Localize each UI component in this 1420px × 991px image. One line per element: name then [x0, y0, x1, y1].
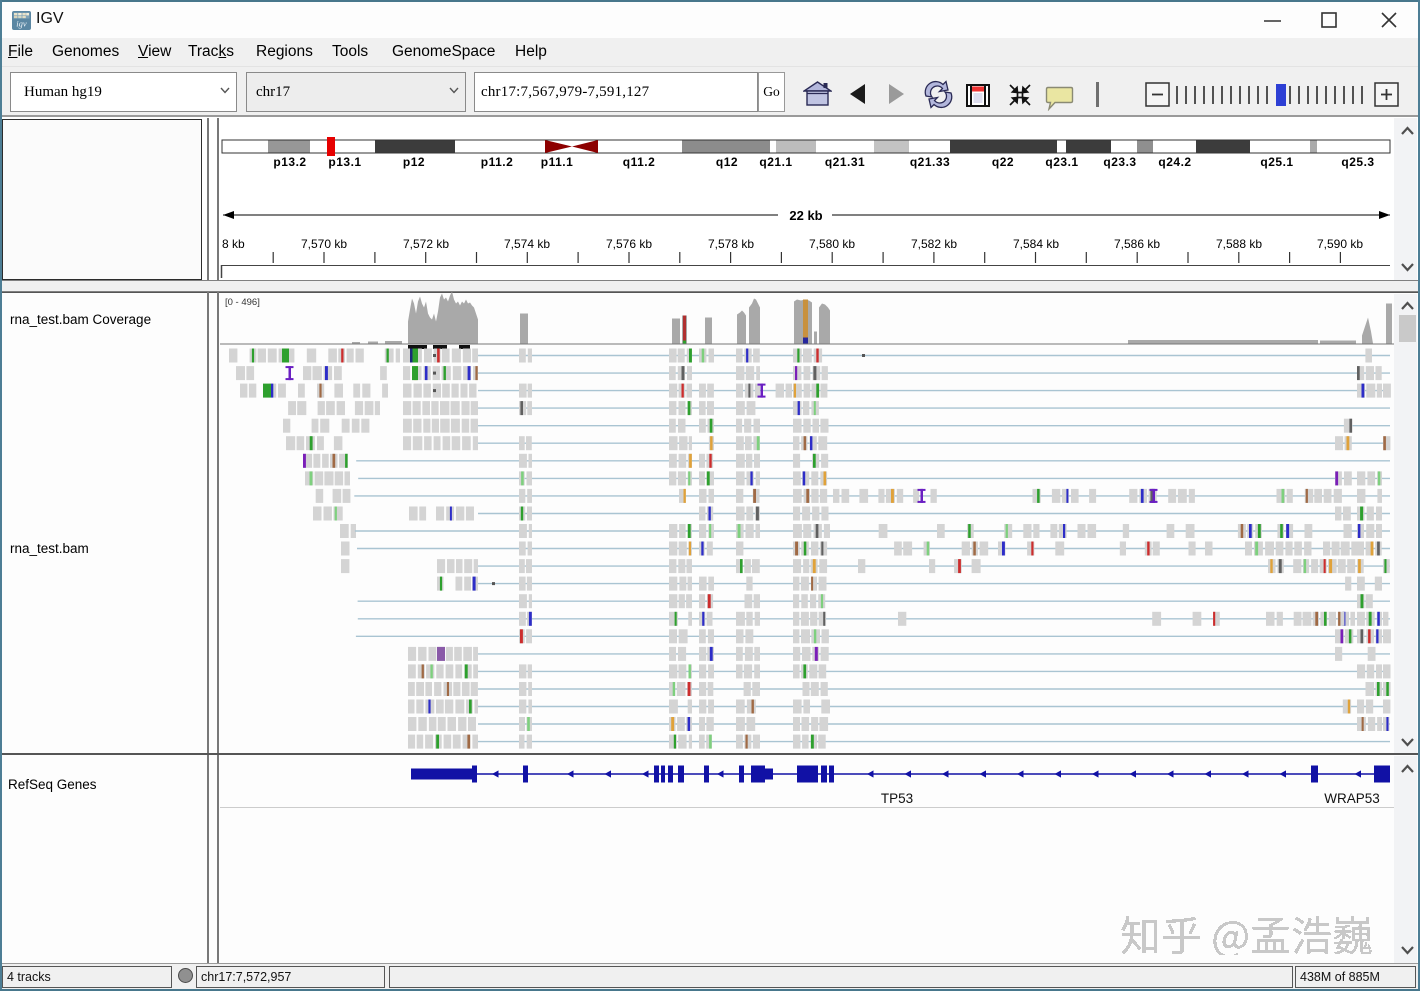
svg-text:q23.3: q23.3	[1103, 155, 1136, 169]
svg-text:p11.1: p11.1	[541, 155, 574, 169]
svg-text:7,578 kb: 7,578 kb	[708, 237, 754, 251]
svg-text:p11.2: p11.2	[481, 155, 514, 169]
svg-text:7,590 kb: 7,590 kb	[1317, 237, 1363, 251]
svg-text:q12: q12	[716, 155, 738, 169]
svg-text:q22: q22	[992, 155, 1014, 169]
svg-text:7,584 kb: 7,584 kb	[1013, 237, 1059, 251]
svg-text:q21.1: q21.1	[759, 155, 792, 169]
svg-text:7,586 kb: 7,586 kb	[1114, 237, 1160, 251]
svg-text:7,574 kb: 7,574 kb	[504, 237, 550, 251]
svg-text:7,582 kb: 7,582 kb	[911, 237, 957, 251]
svg-text:7,572 kb: 7,572 kb	[403, 237, 449, 251]
svg-text:q21.33: q21.33	[910, 155, 950, 169]
svg-text:22 kb: 22 kb	[789, 208, 822, 223]
svg-text:q24.2: q24.2	[1158, 155, 1191, 169]
svg-text:[0 - 496]: [0 - 496]	[225, 297, 260, 308]
svg-text:TP53: TP53	[881, 791, 913, 806]
svg-text:igv: igv	[16, 19, 27, 29]
svg-text:7,580 kb: 7,580 kb	[809, 237, 855, 251]
svg-text:q25.3: q25.3	[1341, 155, 1374, 169]
svg-text:q25.1: q25.1	[1260, 155, 1293, 169]
svg-text:q23.1: q23.1	[1045, 155, 1078, 169]
svg-text:7,576 kb: 7,576 kb	[606, 237, 652, 251]
svg-text:8 kb: 8 kb	[222, 237, 245, 251]
svg-text:7,570 kb: 7,570 kb	[301, 237, 347, 251]
svg-text:WRAP53: WRAP53	[1324, 791, 1380, 806]
svg-text:q11.2: q11.2	[623, 155, 656, 169]
svg-text:p13.1: p13.1	[328, 155, 361, 169]
svg-text:7,588 kb: 7,588 kb	[1216, 237, 1262, 251]
svg-text:p12: p12	[403, 155, 425, 169]
svg-text:q21.31: q21.31	[825, 155, 865, 169]
svg-text:p13.2: p13.2	[273, 155, 306, 169]
